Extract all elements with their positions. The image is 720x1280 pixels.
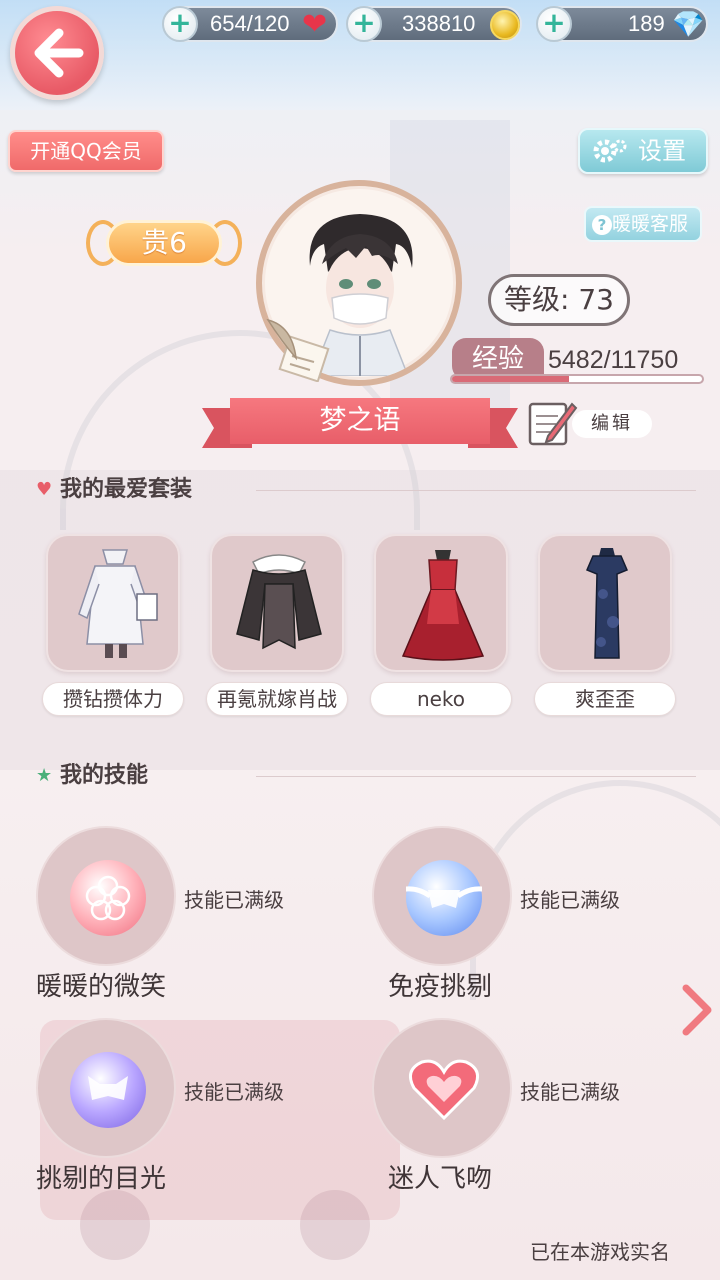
chevron-right-icon[interactable] — [678, 982, 714, 1038]
background-wheel — [300, 1190, 370, 1260]
outfit-thumbnail — [374, 534, 508, 672]
add-stamina-button[interactable]: + — [162, 6, 198, 42]
navy-qipao-outfit-icon — [586, 548, 628, 659]
notepad-pencil-icon — [528, 402, 578, 446]
diamond-value: 189 — [628, 11, 665, 36]
outfit-thumbnail — [46, 534, 180, 672]
stamina-value: 654/120 — [210, 11, 290, 36]
back-button[interactable] — [10, 6, 104, 100]
gold-value: 338810 — [402, 11, 476, 36]
skill-name: 迷人飞吻 — [388, 1164, 493, 1194]
favorites-title: 我的最爱套装 — [60, 477, 193, 502]
resource-bar: + 654/120 ❤ + 338810 + 189 💎 — [0, 0, 720, 110]
skill-name: 暖暖的微笑 — [36, 972, 167, 1002]
skill-status: 技能已满级 — [184, 1080, 284, 1104]
outfit-card[interactable] — [42, 534, 184, 724]
skills-section-header: ★ 我的技能 — [36, 758, 696, 794]
outfit-card[interactable] — [534, 534, 676, 724]
skill-status: 技能已满级 — [184, 888, 284, 912]
diamond-icon: 💎 — [672, 10, 705, 40]
gold-pill: + 338810 — [346, 6, 522, 42]
quill-scroll-icon — [266, 318, 330, 382]
heart-icon — [406, 1052, 482, 1128]
skill-item[interactable]: 技能已满级 迷人飞吻 — [372, 1018, 672, 1198]
skill-status: 技能已满级 — [520, 888, 620, 912]
qq-vip-button[interactable]: 开通QQ会员 — [8, 130, 164, 172]
edit-label: 编辑 — [572, 410, 652, 438]
skill-status: 技能已满级 — [520, 1080, 620, 1104]
add-diamond-button[interactable]: + — [536, 6, 572, 42]
customer-service-button[interactable]: ? 暖暖客服 — [584, 206, 702, 242]
skills-title: 我的技能 — [60, 763, 149, 788]
heart-icon: ♥ — [36, 479, 53, 500]
skill-icon-frame — [372, 1018, 512, 1158]
add-gold-button[interactable]: + — [346, 6, 382, 42]
question-icon: ? — [592, 215, 612, 235]
settings-label: 设置 — [638, 137, 686, 165]
skill-name: 免疫挑剔 — [388, 972, 493, 1002]
vip-badge: 贵6 — [86, 214, 242, 272]
white-coat-outfit-icon — [78, 549, 158, 658]
background-wheel — [80, 1190, 150, 1260]
favorites-section-header: ♥ 我的最爱套装 — [36, 472, 696, 508]
edit-name-button[interactable]: 编辑 — [526, 396, 652, 448]
player-name: 梦之语 — [230, 398, 490, 444]
outfit-card[interactable] — [370, 534, 512, 724]
skill-icon-frame — [372, 826, 512, 966]
vip-level: 贵6 — [106, 220, 222, 266]
cat-mask-icon — [70, 1052, 146, 1128]
outfit-thumbnail — [210, 534, 344, 672]
red-gown-outfit-icon — [401, 550, 485, 661]
gear-icon — [593, 139, 627, 163]
settings-button[interactable]: 设置 — [578, 128, 708, 174]
skill-icon-frame — [36, 826, 176, 966]
skill-item[interactable]: 技能已满级 挑剔的目光 — [36, 1018, 336, 1198]
outfit-card[interactable] — [206, 534, 348, 724]
skill-item[interactable]: 技能已满级 暖暖的微笑 — [36, 826, 336, 1006]
exp-value: 5482/11750 — [548, 346, 679, 374]
stamina-pill: + 654/120 ❤ — [162, 6, 338, 42]
diamond-pill: + 189 💎 — [536, 6, 708, 42]
customer-service-label: 暖暖客服 — [612, 213, 689, 235]
heart-icon: ❤ — [302, 7, 328, 42]
winged-mask-icon — [399, 860, 489, 936]
outfit-thumbnail — [538, 534, 672, 672]
exp-progress-bar — [450, 374, 704, 384]
skill-name: 挑剔的目光 — [36, 1164, 167, 1194]
sakura-icon — [70, 860, 146, 936]
skill-icon-frame — [36, 1018, 176, 1158]
name-banner: 梦之语 — [202, 398, 518, 450]
coin-icon — [490, 10, 520, 40]
skill-item[interactable]: 技能已满级 免疫挑剔 — [372, 826, 672, 1006]
realname-note: 已在本游戏实名 — [530, 1240, 670, 1264]
star-icon: ★ — [36, 765, 53, 786]
level-badge: 等级: 73 — [488, 274, 630, 326]
black-fur-coat-outfit-icon — [236, 554, 322, 650]
arrow-left-icon — [34, 28, 84, 78]
exp-progress-fill — [452, 376, 569, 382]
